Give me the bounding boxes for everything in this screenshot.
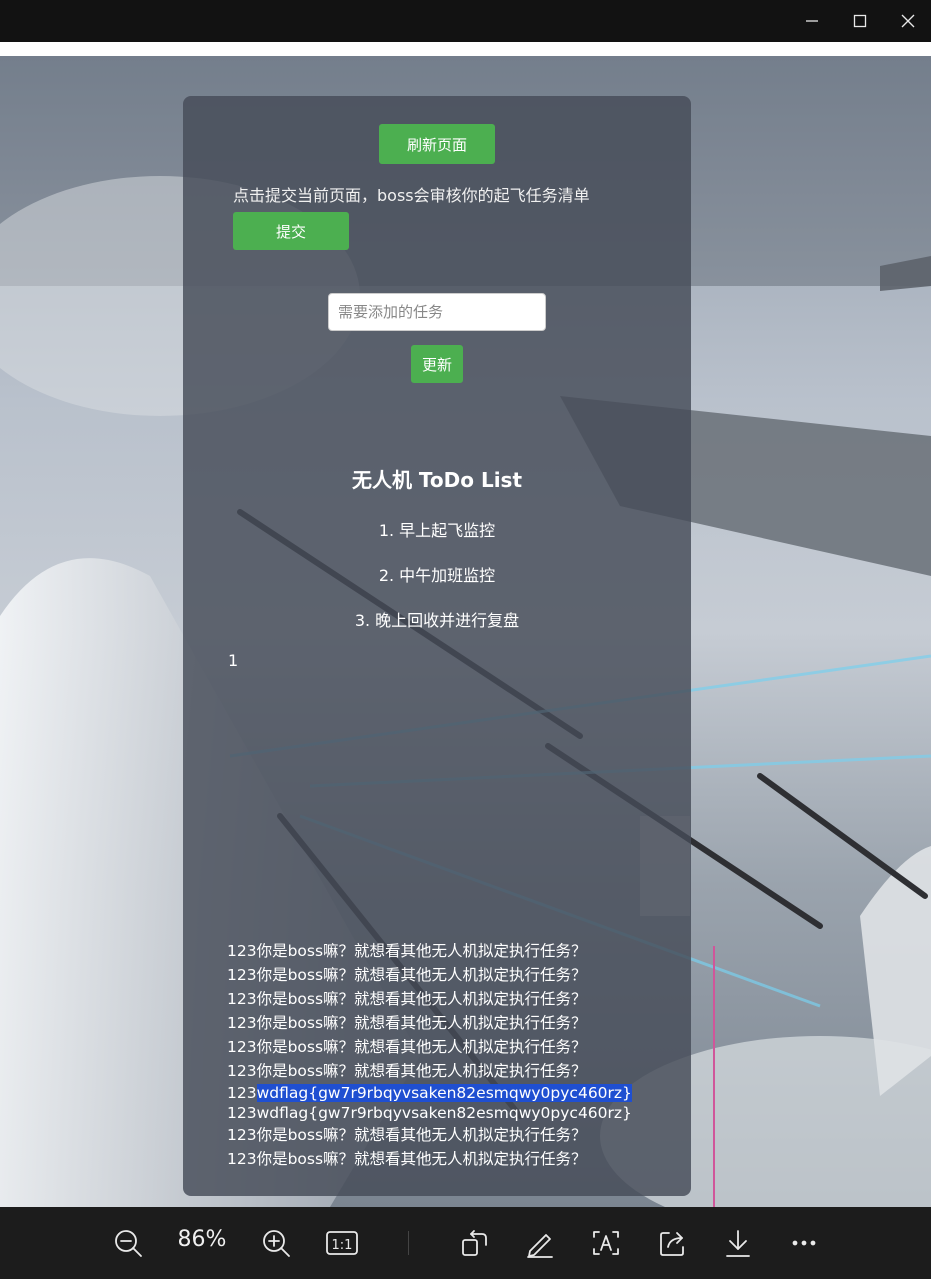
- close-icon: [901, 14, 915, 28]
- minimize-button[interactable]: [788, 0, 836, 42]
- download-icon: [726, 1230, 750, 1257]
- viewer-toolbar: 86% 1:1: [0, 1207, 931, 1279]
- close-button[interactable]: [884, 0, 931, 42]
- submit-button[interactable]: 提交: [233, 212, 349, 250]
- actual-size-button[interactable]: 1:1: [324, 1225, 360, 1261]
- todo-item: 1. 早上起飞监控: [378, 521, 496, 540]
- zoom-in-icon: [263, 1230, 290, 1257]
- window-titlebar: [0, 0, 931, 42]
- minimize-icon: [806, 20, 818, 22]
- share-icon: [660, 1232, 684, 1256]
- zoom-out-button[interactable]: [110, 1225, 146, 1261]
- selected-flag-text: wdflag{gw7r9rbqyvsaken82esmqwy0pyc460rz}: [256, 1084, 632, 1102]
- rotate-button[interactable]: [456, 1225, 492, 1261]
- edit-icon: [527, 1234, 553, 1258]
- log-line: 123你是boss嘛？就想看其他无人机拟定执行任务？: [227, 1014, 587, 1032]
- todo-list-title: 无人机 ToDo List: [351, 468, 523, 492]
- log-line: 123你是boss嘛？就想看其他无人机拟定执行任务？: [227, 1150, 587, 1168]
- flag-prefix: 123: [227, 1084, 257, 1102]
- zoom-out-icon: [115, 1230, 142, 1257]
- todo-item: 3. 晚上回收并进行复盘: [354, 611, 520, 630]
- todo-panel: 刷新页面 点击提交当前页面，boss会审核你的起飞任务清单 提交 更新 无人机 …: [183, 96, 691, 1196]
- submit-hint-text: 点击提交当前页面，boss会审核你的起飞任务清单: [233, 186, 590, 205]
- todo-item: 2. 中午加班监控: [378, 566, 496, 585]
- response-log: 123你是boss嘛？就想看其他无人机拟定执行任务？ 123你是boss嘛？就想…: [227, 939, 632, 1171]
- edit-button[interactable]: [522, 1225, 558, 1261]
- refresh-page-button[interactable]: 刷新页面: [379, 124, 495, 164]
- log-line: 123你是boss嘛？就想看其他无人机拟定执行任务？: [227, 942, 587, 960]
- zoom-level[interactable]: 86%: [170, 1227, 234, 1252]
- log-line: 123你是boss嘛？就想看其他无人机拟定执行任务？: [227, 1038, 587, 1056]
- share-button[interactable]: [654, 1225, 690, 1261]
- download-button[interactable]: [720, 1225, 756, 1261]
- text-select-button[interactable]: [588, 1225, 624, 1261]
- log-line: 123你是boss嘛？就想看其他无人机拟定执行任务？: [227, 966, 587, 984]
- log-line: 123你是boss嘛？就想看其他无人机拟定执行任务？: [227, 1126, 587, 1144]
- log-line: 123你是boss嘛？就想看其他无人机拟定执行任务？: [227, 990, 587, 1008]
- more-button[interactable]: [786, 1225, 822, 1261]
- actual-size-icon: 1:1: [326, 1231, 358, 1255]
- svg-text:1:1: 1:1: [332, 1238, 353, 1253]
- counter-value: 1: [228, 651, 239, 670]
- more-icon: [792, 1240, 816, 1246]
- text-select-icon: [593, 1231, 619, 1255]
- rotate-icon: [462, 1230, 487, 1256]
- maximize-button[interactable]: [836, 0, 884, 42]
- maximize-icon: [853, 14, 867, 28]
- log-line: 123你是boss嘛？就想看其他无人机拟定执行任务？: [227, 1062, 587, 1080]
- flag-line: 123wdflag{gw7r9rbqyvsaken82esmqwy0pyc460…: [227, 1104, 632, 1122]
- update-button[interactable]: 更新: [411, 345, 463, 383]
- flag-line-selected: 123wdflag{gw7r9rbqyvsaken82esmqwy0pyc460…: [227, 1083, 632, 1103]
- toolbar-divider: [408, 1231, 409, 1255]
- zoom-in-button[interactable]: [258, 1225, 294, 1261]
- task-input[interactable]: [328, 293, 546, 331]
- image-viewer-canvas: 刷新页面 点击提交当前页面，boss会审核你的起飞任务清单 提交 更新 无人机 …: [0, 42, 931, 1207]
